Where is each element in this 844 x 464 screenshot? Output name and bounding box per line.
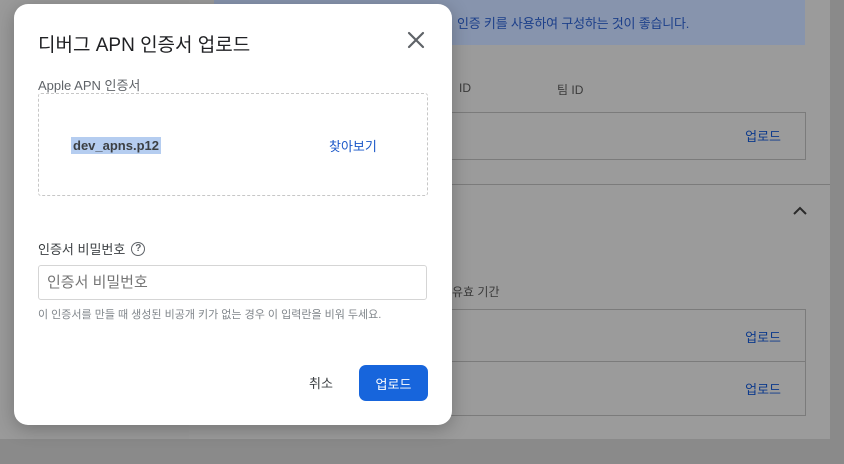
close-button[interactable] xyxy=(404,28,428,52)
password-hint: 이 인증서를 만들 때 생성된 비공개 키가 없는 경우 이 입력란을 비워 두… xyxy=(38,309,382,321)
background-banner-text: 인증 키를 사용하여 구성하는 것이 좋습니다. xyxy=(457,16,690,31)
help-icon[interactable]: ? xyxy=(131,241,146,256)
background-upload-link: 업로드 xyxy=(745,129,781,144)
certificate-drop-zone[interactable]: dev_apns.p12 찾아보기 xyxy=(38,93,428,196)
password-label: 인증서 비밀번호 xyxy=(38,242,126,257)
certificate-label: Apple APN 인증서 xyxy=(38,78,141,93)
upload-certificate-dialog: 디버그 APN 인증서 업로드 Apple APN 인증서 dev_apns.p… xyxy=(14,4,452,425)
background-upload-link: 업로드 xyxy=(745,330,781,345)
close-icon xyxy=(407,31,425,49)
background-col-key-id: ID xyxy=(459,81,471,95)
dialog-title: 디버그 APN 인증서 업로드 xyxy=(38,35,251,56)
browse-button[interactable]: 찾아보기 xyxy=(329,136,377,155)
background-upload-link: 업로드 xyxy=(745,382,781,397)
background-col-team-id: 팀 ID xyxy=(557,83,584,97)
password-label-row: 인증서 비밀번호 ? xyxy=(38,239,146,258)
background-expiry-label: 유효 기간 xyxy=(452,285,500,299)
chevron-up-icon xyxy=(793,203,807,221)
selected-file-name: dev_apns.p12 xyxy=(71,137,161,154)
password-input[interactable] xyxy=(38,265,427,300)
upload-button[interactable]: 업로드 xyxy=(359,365,428,401)
cancel-button[interactable]: 취소 xyxy=(296,365,346,400)
